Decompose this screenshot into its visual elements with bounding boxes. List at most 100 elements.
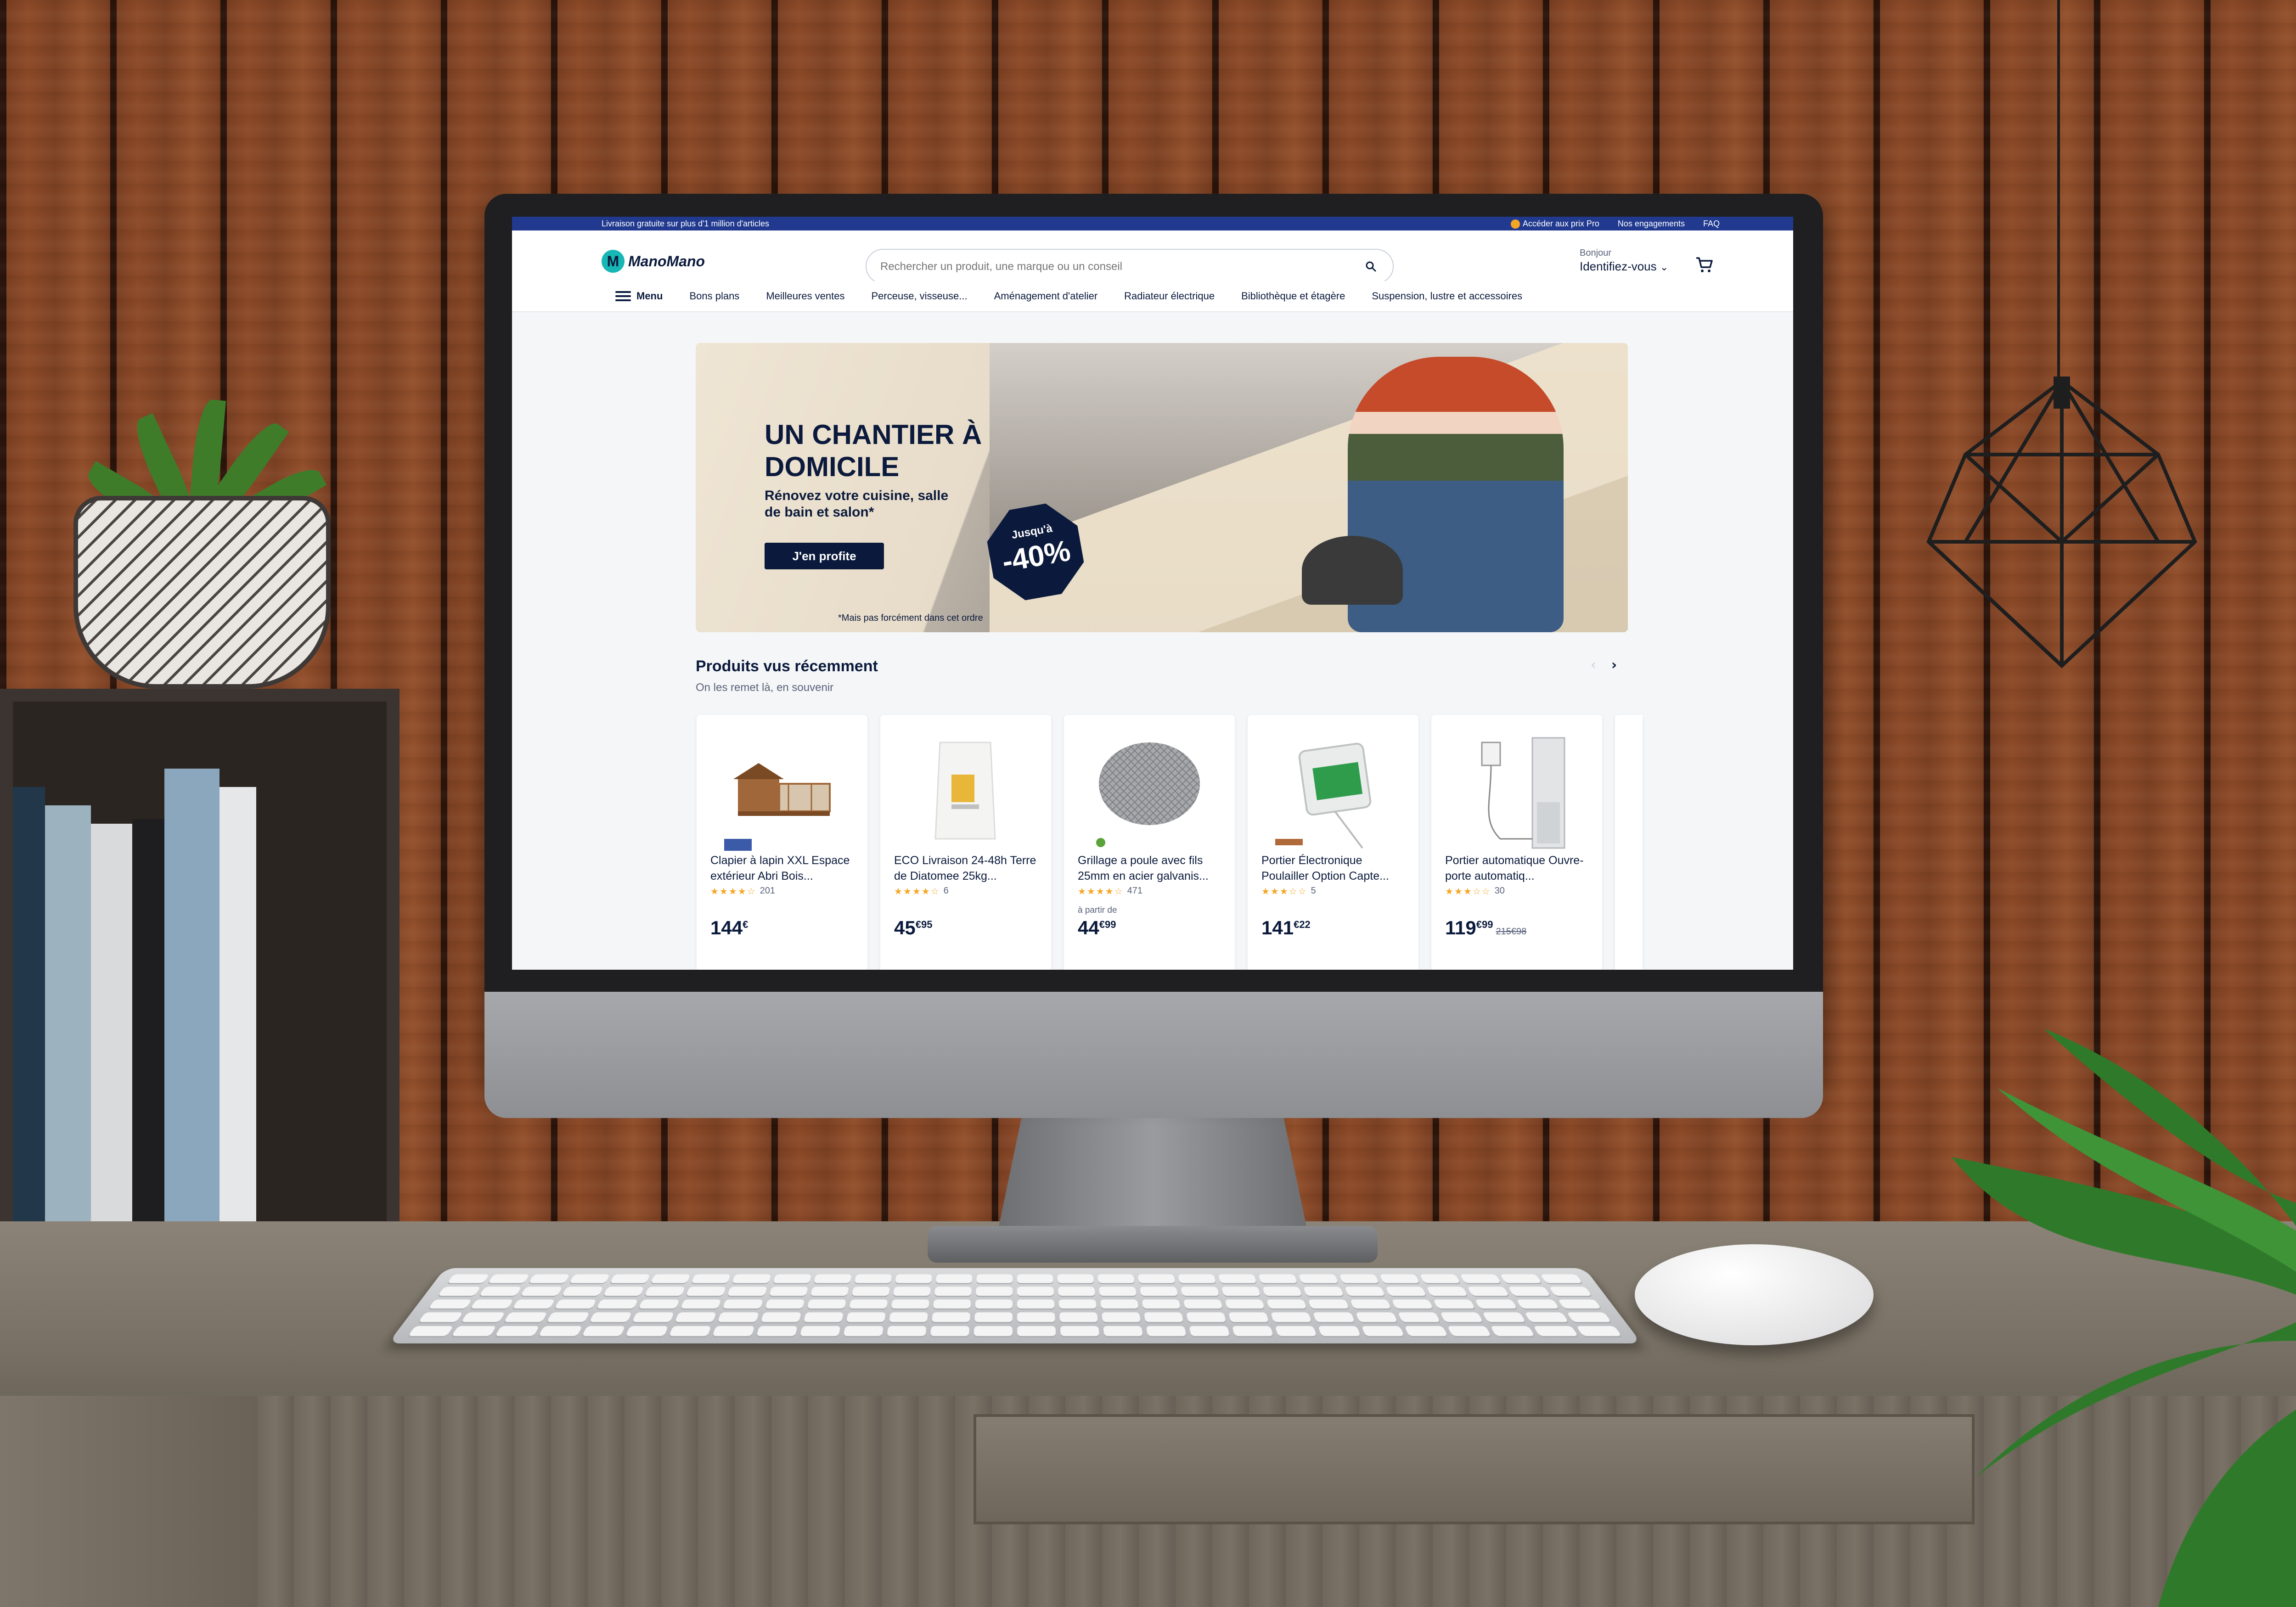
- product-image-chicken-wire: [1087, 729, 1212, 853]
- keyboard-key: [1017, 1326, 1056, 1336]
- keyboard-key: [529, 1274, 570, 1283]
- keyboard-key: [632, 1313, 675, 1322]
- chevron-down-icon: ⌄: [1660, 261, 1668, 273]
- keyboard-key: [603, 1287, 645, 1296]
- plant-right: [1906, 973, 2296, 1607]
- keyboard-key: [1140, 1287, 1178, 1296]
- keyboard-key: [1142, 1299, 1181, 1309]
- keyboard-key: [1460, 1274, 1501, 1283]
- review-count: 30: [1495, 886, 1505, 897]
- nav-item-amenagement-atelier[interactable]: Aménagement d'atelier: [994, 290, 1098, 302]
- review-count: 471: [1127, 886, 1142, 897]
- monitor-stand-base: [928, 1226, 1378, 1263]
- keyboard-key: [846, 1313, 885, 1322]
- product-card[interactable]: Clapier à lapin XXL Espace extérieur Abr…: [697, 715, 867, 970]
- faq-link[interactable]: FAQ: [1703, 219, 1720, 229]
- manomano-logo[interactable]: M ManoMano: [602, 250, 705, 273]
- cart-icon[interactable]: [1694, 254, 1715, 275]
- carousel-prev-arrow-icon[interactable]: ‹: [1587, 658, 1600, 672]
- rating-stars-icon: ★★★★☆: [894, 886, 940, 897]
- keyboard-key: [1339, 1274, 1379, 1283]
- nav-item-perceuse[interactable]: Perceuse, visseuse...: [872, 290, 968, 302]
- nav-item-meilleures-ventes[interactable]: Meilleures ventes: [766, 290, 844, 302]
- price-cents: €95: [916, 919, 933, 930]
- keyboard-key: [1017, 1274, 1053, 1283]
- keyboard-key: [1516, 1299, 1559, 1309]
- keyboard-key: [1391, 1299, 1433, 1309]
- account-menu[interactable]: Bonjour Identifiez-vous ⌄: [1580, 248, 1668, 274]
- keyboard-key: [843, 1326, 884, 1336]
- keyboard-key: [1308, 1299, 1349, 1309]
- keyboard-key: [1500, 1274, 1542, 1283]
- lamp-cord: [2057, 0, 2060, 381]
- search-input[interactable]: [880, 258, 1339, 275]
- keyboard-key: [418, 1313, 463, 1322]
- keyboard-key: [1398, 1313, 1441, 1322]
- hero-cta-button[interactable]: J'en profite: [765, 543, 884, 569]
- search-bar: [866, 249, 1394, 284]
- keyboard-key: [1275, 1326, 1317, 1336]
- nav-item-bons-plans[interactable]: Bons plans: [689, 290, 739, 302]
- keyboard-key: [1266, 1299, 1307, 1309]
- product-card[interactable]: ECO Livraison 24-48h Terre de Diatomee 2…: [880, 715, 1051, 970]
- nav-item-radiateur[interactable]: Radiateur électrique: [1124, 290, 1215, 302]
- product-image-automatic-door: [1454, 729, 1579, 853]
- product-card[interactable]: Grillage a poule avec fils 25mm en acier…: [1064, 715, 1235, 970]
- keyboard-key: [975, 1299, 1013, 1309]
- keyboard-key: [1058, 1299, 1097, 1309]
- keyboard-key: [723, 1299, 763, 1309]
- keyboard-key: [569, 1274, 610, 1283]
- engagements-link[interactable]: Nos engagements: [1618, 219, 1685, 229]
- keyboard-key: [470, 1299, 514, 1309]
- keyboard-key: [852, 1287, 890, 1296]
- keyboard-key: [893, 1287, 931, 1296]
- search-icon[interactable]: [1364, 260, 1378, 274]
- menu-button[interactable]: Menu: [615, 290, 663, 302]
- keyboard-key: [625, 1326, 669, 1336]
- product-carousel: Clapier à lapin XXL Espace extérieur Abr…: [697, 715, 1643, 970]
- pro-prices-link[interactable]: Accéder aux prix Pro: [1511, 219, 1599, 229]
- keyboard-key: [546, 1313, 590, 1322]
- keyboard-key: [1057, 1274, 1094, 1283]
- keyboard-key: [1259, 1274, 1298, 1283]
- keyboard-key: [1440, 1313, 1483, 1322]
- product-card[interactable]: Portier Électronique Poulailler Option C…: [1248, 715, 1418, 970]
- hero-banner[interactable]: UN CHANTIER À DOMICILE Rénovez votre cui…: [696, 343, 1628, 632]
- nav-item-bibliotheque[interactable]: Bibliothèque et étagère: [1241, 290, 1345, 302]
- nav-item-suspension[interactable]: Suspension, lustre et accessoires: [1372, 290, 1522, 302]
- price-main: 44: [1078, 917, 1099, 938]
- keyboard-key: [810, 1287, 849, 1296]
- keyboard-key: [1299, 1274, 1338, 1283]
- promo-text: Livraison gratuite sur plus d'1 million …: [602, 219, 769, 229]
- keyboard-key: [760, 1313, 801, 1322]
- hero-footnote: *Mais pas forcément dans cet ordre: [838, 613, 983, 624]
- keyboard-key: [1303, 1287, 1344, 1296]
- keyboard-key: [1447, 1326, 1491, 1336]
- keyboard-key: [408, 1326, 453, 1336]
- keyboard-key: [681, 1299, 721, 1309]
- price-main: 45: [894, 917, 916, 938]
- keyboard-key: [799, 1326, 840, 1336]
- carousel-next-arrow-icon[interactable]: ›: [1607, 658, 1621, 672]
- keyboard-key: [461, 1313, 505, 1322]
- product-card[interactable]: Portier automatique Ouvre-porte automati…: [1431, 715, 1602, 970]
- price-cents: €99: [1476, 919, 1493, 930]
- keyboard-key: [727, 1287, 767, 1296]
- keyboard-key: [936, 1274, 973, 1283]
- product-rating: ★★★☆☆ 5: [1261, 886, 1316, 897]
- keyboard-key: [686, 1287, 726, 1296]
- price-cents: €22: [1294, 919, 1311, 930]
- signin-text: Identifiez-vous: [1580, 259, 1657, 273]
- pro-prices-label: Accéder aux prix Pro: [1523, 219, 1599, 228]
- keyboard-key: [756, 1326, 797, 1336]
- product-card-partial[interactable]: [1615, 715, 1643, 970]
- rating-stars-icon: ★★★☆☆: [1261, 886, 1307, 897]
- keyboard-key: [651, 1274, 691, 1283]
- keyboard-key: [554, 1299, 597, 1309]
- keyboard-key: [974, 1313, 1013, 1322]
- keyboard-key: [1138, 1274, 1176, 1283]
- product-price: 141€22: [1261, 917, 1311, 939]
- mouse: [1635, 1244, 1874, 1345]
- keyboard-key: [589, 1313, 632, 1322]
- keyboard-key: [930, 1326, 970, 1336]
